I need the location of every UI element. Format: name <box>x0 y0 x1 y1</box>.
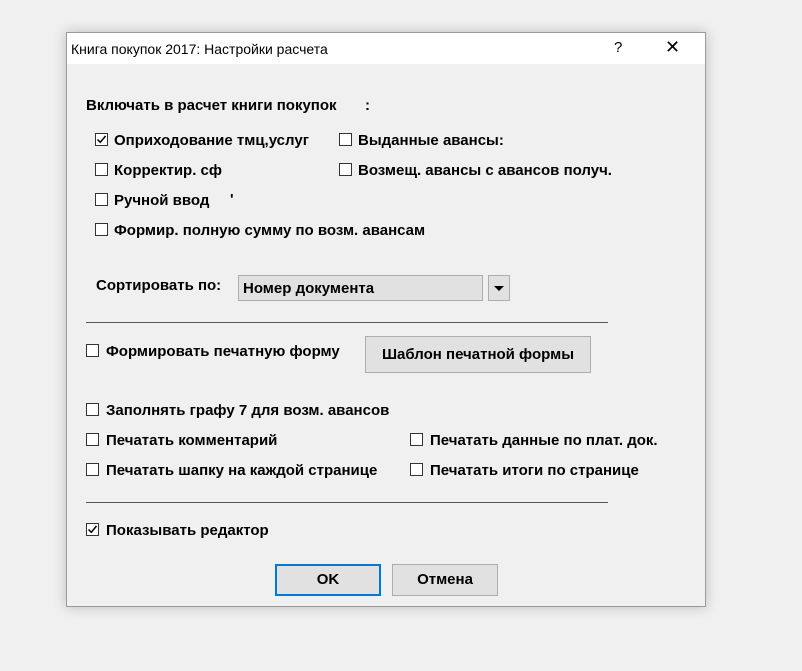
sort-select[interactable]: Номер документа <box>238 275 483 301</box>
label-print-comment: Печатать комментарий <box>106 432 278 449</box>
settings-dialog: Книга покупок 2017: Настройки расчета ? … <box>66 32 706 607</box>
check-icon <box>96 135 107 144</box>
separator-2 <box>86 502 608 503</box>
label-print-form: Формировать печатную форму <box>106 343 340 360</box>
label-print-totals: Печатать итоги по странице <box>430 462 639 479</box>
checkbox-manual-input[interactable] <box>95 193 108 206</box>
label-show-editor: Показывать редактор <box>106 522 269 539</box>
checkbox-print-header[interactable] <box>86 463 99 476</box>
checkbox-print-payment-data[interactable] <box>410 433 423 446</box>
checkbox-fill-column-7[interactable] <box>86 403 99 416</box>
check-icon <box>87 525 98 534</box>
label-fill-column-7: Заполнять графу 7 для возм. авансов <box>106 402 390 419</box>
checkbox-opr-tmc[interactable] <box>95 133 108 146</box>
label-manual-input: Ручной ввод <box>114 192 210 209</box>
separator-1 <box>86 322 608 323</box>
checkbox-reimb-advances[interactable] <box>339 163 352 176</box>
window-title: Книга покупок 2017: Настройки расчета <box>71 41 328 57</box>
label-print-header: Печатать шапку на каждой странице <box>106 462 378 479</box>
label-issued-advances: Выданные авансы: <box>358 132 504 149</box>
label-opr-tmc: Оприходование тмц,услуг <box>114 132 309 149</box>
ok-button[interactable]: OK <box>275 564 381 596</box>
chevron-down-icon[interactable] <box>488 275 510 301</box>
sort-label: Сортировать по: <box>96 277 222 294</box>
close-icon[interactable]: ✕ <box>665 37 680 58</box>
checkbox-print-comment[interactable] <box>86 433 99 446</box>
sort-select-value: Номер документа <box>243 280 375 297</box>
cancel-button[interactable]: Отмена <box>392 564 498 596</box>
label-full-sum: Формир. полную сумму по возм. авансам <box>114 222 426 239</box>
label-print-payment-data: Печатать данные по плат. док. <box>430 432 658 449</box>
label-reimb-advances: Возмещ. авансы с авансов получ. <box>358 162 612 179</box>
checkbox-issued-advances[interactable] <box>339 133 352 146</box>
checkbox-print-form[interactable] <box>86 344 99 357</box>
checkbox-show-editor[interactable] <box>86 523 99 536</box>
help-icon[interactable]: ? <box>614 39 622 56</box>
checkbox-full-sum[interactable] <box>95 223 108 236</box>
checkbox-print-totals[interactable] <box>410 463 423 476</box>
title-bar[interactable]: Книга покупок 2017: Настройки расчета ? … <box>67 33 705 64</box>
stray-mark: ' <box>230 191 234 208</box>
include-heading: Включать в расчет книги покупок <box>86 97 337 114</box>
checkbox-correct-sf[interactable] <box>95 163 108 176</box>
include-heading-colon: : <box>365 97 370 114</box>
template-button[interactable]: Шаблон печатной формы <box>365 336 591 373</box>
label-correct-sf: Корректир. сф <box>114 162 223 179</box>
